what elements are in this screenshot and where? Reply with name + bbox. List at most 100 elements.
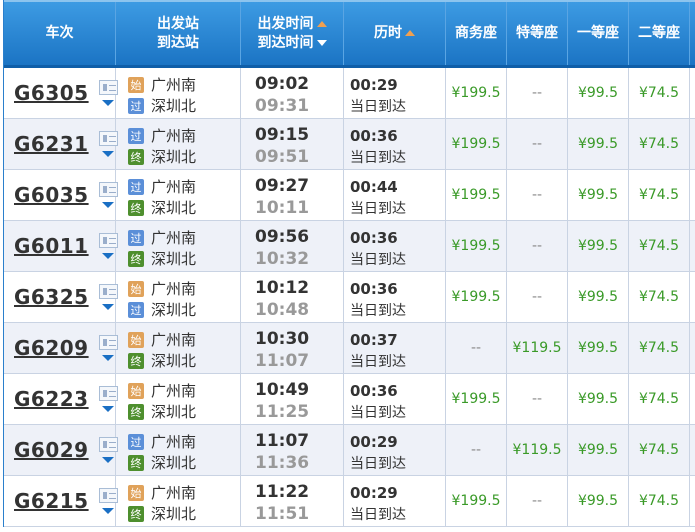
first-class-price: ¥99.5: [568, 374, 629, 424]
id-card-icon[interactable]: [98, 335, 118, 350]
chevron-down-icon[interactable]: [102, 508, 115, 514]
from-station[interactable]: 广州南: [151, 74, 196, 95]
id-card-icon[interactable]: [98, 80, 118, 95]
train-number-link[interactable]: G6223: [14, 387, 89, 411]
header-duration-label[interactable]: 历时: [374, 25, 402, 41]
departure-time: 09:15: [255, 125, 310, 145]
arrival-note: 当日到达: [350, 354, 406, 370]
table-row[interactable]: G6035 过广州南 终深圳北 09:27 10:11 00:44 当日到达 ¥…: [4, 170, 695, 221]
train-cell: G6231: [4, 119, 118, 169]
arrival-note: 当日到达: [350, 507, 406, 523]
id-card-icon[interactable]: [98, 488, 118, 503]
to-station[interactable]: 深圳北: [151, 248, 196, 269]
arrival-time: 10:48: [255, 300, 310, 320]
second-class-price: ¥74.5: [629, 374, 690, 424]
premium-price: --: [507, 170, 568, 220]
from-station[interactable]: 广州南: [151, 380, 196, 401]
table-row[interactable]: G6223 始广州南 终深圳北 10:49 11:25 00:36 当日到达 ¥…: [4, 374, 695, 425]
chevron-down-icon[interactable]: [102, 253, 115, 259]
from-station[interactable]: 广州南: [151, 227, 196, 248]
chevron-down-icon[interactable]: [102, 151, 115, 157]
train-icons: [98, 131, 118, 157]
arrival-time: 11:25: [255, 402, 310, 422]
business-price: ¥199.5: [446, 374, 507, 424]
sort-desc-icon[interactable]: [316, 39, 327, 46]
header-duration[interactable]: 历时: [344, 2, 446, 65]
id-card-icon[interactable]: [98, 131, 118, 146]
to-station[interactable]: 深圳北: [151, 197, 196, 218]
to-station[interactable]: 深圳北: [151, 146, 196, 167]
from-station[interactable]: 广州南: [151, 125, 196, 146]
duration: 00:36: [350, 382, 398, 400]
station-badge-icon: 终: [128, 148, 144, 165]
table-row[interactable]: G6215 始广州南 终深圳北 11:22 11:51 00:29 当日到达 ¥…: [4, 476, 695, 527]
train-number-link[interactable]: G6035: [14, 183, 89, 207]
station-badge-icon: 终: [128, 250, 144, 267]
header-business: 商务座: [446, 2, 507, 65]
train-number-link[interactable]: G6305: [14, 81, 89, 105]
to-station[interactable]: 深圳北: [151, 95, 196, 116]
duration-cell: 00:36 当日到达: [344, 374, 446, 424]
to-station[interactable]: 深圳北: [151, 350, 196, 371]
chevron-down-icon[interactable]: [102, 100, 115, 106]
train-number-link[interactable]: G6029: [14, 438, 89, 462]
id-card-icon[interactable]: [98, 233, 118, 248]
header-stations: 出发站 到达站: [116, 2, 241, 65]
train-number-link[interactable]: G6325: [14, 285, 89, 309]
duration: 00:36: [350, 229, 398, 247]
train-cell: G6011: [4, 221, 118, 271]
arrival-time: 09:51: [255, 147, 310, 167]
premium-price: --: [507, 476, 568, 526]
table-row[interactable]: G6325 始广州南 过深圳北 10:12 10:48 00:36 当日到达 ¥…: [4, 272, 695, 323]
table-row[interactable]: G6209 始广州南 终深圳北 10:30 11:07 00:37 当日到达 -…: [4, 323, 695, 374]
table-row[interactable]: G6305 始广州南 过深圳北 09:02 09:31 00:29 当日到达 ¥…: [4, 68, 695, 119]
departure-time: 10:49: [255, 380, 310, 400]
from-station[interactable]: 广州南: [151, 329, 196, 350]
sort-asc-icon[interactable]: [316, 20, 327, 27]
station-cell: 始广州南 过深圳北: [116, 272, 241, 322]
header-time-arr[interactable]: 到达时间: [258, 35, 314, 51]
to-station[interactable]: 深圳北: [151, 401, 196, 422]
chevron-down-icon[interactable]: [102, 406, 115, 412]
arrival-time: 11:36: [255, 453, 310, 473]
header-times[interactable]: 出发时间 到达时间: [241, 2, 344, 65]
id-card-icon[interactable]: [98, 182, 118, 197]
to-station[interactable]: 深圳北: [151, 452, 196, 473]
table-header: 车次 出发站 到达站 出发时间 到达时间 历时 商务座 特等座 一等座 二等座: [4, 0, 695, 68]
sort-asc-icon[interactable]: [405, 30, 415, 36]
arrival-time: 11:51: [255, 504, 310, 524]
header-station-arr: 到达站: [157, 34, 199, 51]
station-badge-icon: 终: [128, 454, 144, 471]
table-row[interactable]: G6231 过广州南 终深圳北 09:15 09:51 00:36 当日到达 ¥…: [4, 119, 695, 170]
train-number-link[interactable]: G6215: [14, 489, 89, 513]
to-station[interactable]: 深圳北: [151, 503, 196, 524]
arrival-time: 10:32: [255, 249, 310, 269]
train-icons: [98, 335, 118, 361]
table-row[interactable]: G6029 过广州南 终深圳北 11:07 11:36 00:29 当日到达 -…: [4, 425, 695, 476]
arrival-time: 10:11: [255, 198, 310, 218]
id-card-icon[interactable]: [98, 437, 118, 452]
train-cell: G6029: [4, 425, 118, 475]
business-price: ¥199.5: [446, 272, 507, 322]
from-station[interactable]: 广州南: [151, 431, 196, 452]
to-station[interactable]: 深圳北: [151, 299, 196, 320]
from-station[interactable]: 广州南: [151, 176, 196, 197]
train-number-link[interactable]: G6011: [14, 234, 89, 258]
id-card-icon[interactable]: [98, 284, 118, 299]
train-number-link[interactable]: G6209: [14, 336, 89, 360]
duration-cell: 00:29 当日到达: [344, 425, 446, 475]
header-station-dep: 出发站: [157, 15, 199, 32]
chevron-down-icon[interactable]: [102, 202, 115, 208]
header-time-dep[interactable]: 出发时间: [258, 16, 314, 32]
chevron-down-icon[interactable]: [102, 304, 115, 310]
header-first-label: 一等座: [577, 25, 619, 41]
chevron-down-icon[interactable]: [102, 355, 115, 361]
train-number-link[interactable]: G6231: [14, 132, 89, 156]
id-card-icon[interactable]: [98, 386, 118, 401]
train-cell: G6305: [4, 68, 118, 118]
second-class-price: ¥74.5: [629, 68, 690, 118]
from-station[interactable]: 广州南: [151, 482, 196, 503]
chevron-down-icon[interactable]: [102, 457, 115, 463]
from-station[interactable]: 广州南: [151, 278, 196, 299]
table-row[interactable]: G6011 过广州南 终深圳北 09:56 10:32 00:36 当日到达 ¥…: [4, 221, 695, 272]
